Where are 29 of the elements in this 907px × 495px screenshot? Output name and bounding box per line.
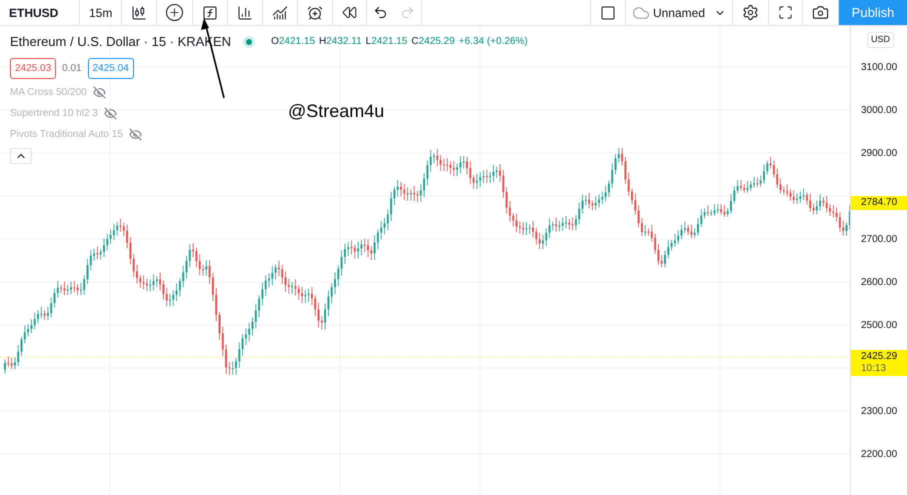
ohlc-value: H2432.11 [319,35,362,50]
price-tick: 2500.00 [861,319,898,333]
badge-price: 2425.29 [861,351,898,364]
price-tick: 3100.00 [861,61,898,75]
badge-price: 2784.70 [861,196,898,209]
price-change: +6.34 (+0.26%) [458,35,528,50]
interval-button[interactable]: 15m [80,0,122,25]
annotation-text: @Stream4u [288,100,384,123]
price-tick: 2900.00 [861,147,898,161]
currency-button[interactable]: USD [867,32,894,48]
price-tick: 2600.00 [861,276,898,290]
ohlc-value: C2425.29 [411,35,455,50]
hidden-eye-icon[interactable] [128,128,142,140]
indicator-label: Supertrend 10 hl2 3 [10,106,98,120]
price-tick: 2200.00 [861,448,898,462]
ohlc-value: L2421.15 [366,35,408,50]
hidden-eye-icon[interactable] [104,106,117,120]
hidden-eye-icon[interactable] [92,86,106,98]
spread-value: 0.01 [62,62,82,76]
badge-countdown: 10:13 [861,363,888,376]
price-tick: 3000.00 [861,104,898,118]
layout-button[interactable]: Unnamed [626,0,733,25]
ohlc-value: O2421.15 [271,35,316,50]
indicator-label: Pivots Traditional Auto 15 [10,128,123,142]
collapse-button[interactable] [10,148,32,164]
symbol-button[interactable]: ETHUSD [0,0,80,25]
price-tick: 2700.00 [861,233,898,247]
indicator-label: MA Cross 50/200 [10,86,87,100]
price-tick: 2300.00 [861,405,898,419]
